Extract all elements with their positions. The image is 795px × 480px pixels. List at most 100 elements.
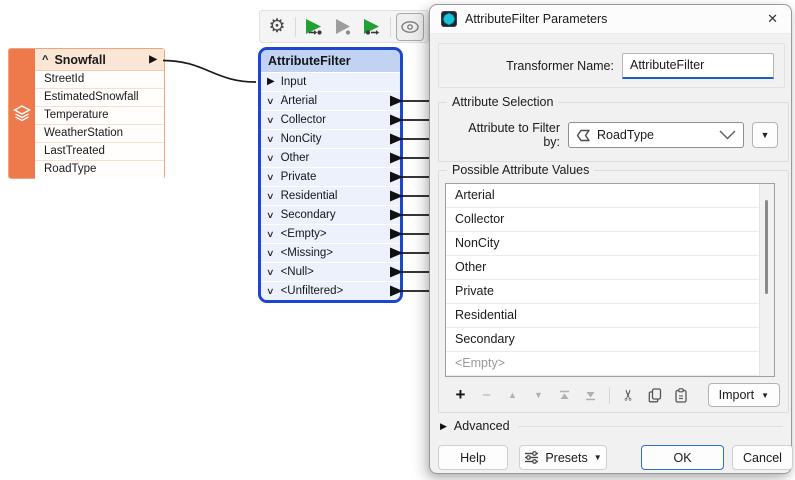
inspect-toggle-button[interactable] [396, 12, 424, 41]
chevron-down-icon: ∨ [266, 171, 275, 182]
source-attribute-row[interactable]: EstimatedSnowfall [35, 89, 164, 107]
attribute-combobox-value: RoadType [597, 128, 654, 142]
possible-value-row[interactable]: Private [446, 280, 760, 304]
possible-values-list[interactable]: Arterial Collector NonCity Other Private Resi… [445, 183, 775, 377]
chevron-down-icon: ∨ [266, 133, 275, 144]
expand-triangle-icon: ▶ [440, 420, 447, 431]
run-selected-button-disabled[interactable] [330, 14, 356, 40]
chevron-down-icon: ∨ [266, 266, 275, 277]
output-port-label: Secondary [280, 209, 336, 221]
source-attribute-row[interactable]: Temperature [35, 107, 164, 125]
output-port-label: Arterial [280, 95, 318, 107]
ok-button[interactable]: OK [641, 445, 724, 470]
chevron-up-icon[interactable]: ^ [42, 54, 48, 66]
output-port-row[interactable]: ∨ NonCity [261, 129, 400, 148]
move-to-bottom-icon[interactable] [583, 387, 598, 403]
possible-value-row[interactable]: Collector [446, 208, 760, 232]
run-to-this-button[interactable] [301, 14, 327, 40]
source-attribute-row[interactable]: LastTreated [35, 143, 164, 161]
attribute-options-dropdown-button[interactable]: ▼ [752, 122, 778, 148]
copy-icon[interactable] [647, 387, 662, 403]
source-node-title: Snowfall [54, 52, 106, 67]
source-attribute-row[interactable]: StreetId [35, 71, 164, 89]
output-port-label: <Empty> [280, 228, 327, 240]
possible-value-row[interactable]: NonCity [446, 232, 760, 256]
output-port-row[interactable]: ∨ Collector [261, 110, 400, 129]
output-port-row[interactable]: ∨ <Null> [261, 262, 400, 281]
run-gray-icon [336, 18, 351, 35]
attributefilter-parameters-dialog: AttributeFilter Parameters ✕ Transformer… [429, 4, 793, 474]
presets-button-label: Presets [545, 450, 588, 465]
chevron-down-icon: ∨ [266, 209, 275, 220]
move-to-top-icon[interactable] [557, 387, 572, 403]
dropdown-arrow-icon: ▼ [760, 130, 770, 140]
possible-value-row[interactable]: Arterial [446, 184, 760, 208]
output-port-row[interactable]: ∨ Private [261, 167, 400, 186]
source-attribute-row[interactable]: WeatherStation [35, 125, 164, 143]
source-attribute-row[interactable]: RoadType [35, 161, 164, 179]
dropdown-arrow-icon: ▼ [593, 453, 602, 462]
possible-values-rows: Arterial Collector NonCity Other Private Resi… [446, 184, 774, 376]
output-port-icon[interactable]: ▶ [149, 54, 157, 65]
possible-value-row[interactable]: <Empty> [446, 352, 760, 376]
dropdown-arrow-icon: ▼ [761, 390, 769, 400]
chevron-down-icon [719, 130, 736, 140]
chevron-down-icon: ∨ [266, 152, 275, 163]
output-port-row[interactable]: ∨ Secondary [261, 205, 400, 224]
output-port-row[interactable]: ∨ <Missing> [261, 243, 400, 262]
connection-snowfall-to-input[interactable] [162, 59, 257, 83]
run-from-green-icon [364, 18, 380, 35]
move-up-icon[interactable]: ▲ [505, 387, 520, 403]
transformer-name-panel: Transformer Name: [438, 43, 785, 88]
close-icon[interactable]: ✕ [765, 11, 780, 27]
cancel-button[interactable]: Cancel [732, 445, 793, 470]
advanced-divider [517, 425, 783, 427]
input-port-row[interactable]: ▶ Input [261, 72, 400, 91]
advanced-label: Advanced [453, 419, 510, 433]
move-down-icon[interactable]: ▼ [531, 387, 546, 403]
presets-button[interactable]: Presets ▼ [519, 445, 607, 470]
cancel-button-label: Cancel [743, 450, 782, 465]
possible-values-group: Possible Attribute Values Arterial Collec… [438, 163, 789, 413]
transformer-node-header[interactable]: AttributeFilter [261, 50, 400, 72]
output-port-row[interactable]: ∨ Other [261, 148, 400, 167]
eye-icon [401, 20, 419, 33]
import-button[interactable]: Import ▼ [707, 383, 780, 407]
output-port-row[interactable]: ∨ Residential [261, 186, 400, 205]
dialog-titlebar[interactable]: AttributeFilter Parameters ✕ [430, 5, 791, 34]
possible-value-row[interactable]: Residential [446, 304, 760, 328]
remove-row-icon[interactable]: − [479, 387, 494, 404]
sliders-icon [525, 451, 539, 464]
chevron-down-icon: ∨ [266, 228, 275, 239]
workbench-canvas: ^ Snowfall ▶ StreetId EstimatedSnowfall Te… [0, 0, 795, 480]
output-port-label: <Missing> [280, 247, 334, 259]
source-node-header[interactable]: ^ Snowfall ▶ [35, 49, 164, 71]
help-button-label: Help [460, 450, 486, 465]
output-port-rows: ∨ Arterial ∨ Collector ∨ NonCity ∨ Other ∨ Privat… [261, 91, 400, 300]
cut-icon[interactable]: ✂ [621, 388, 638, 403]
input-port-label: Input [280, 76, 307, 88]
toolbar-separator [295, 16, 296, 37]
output-port-label: <Unfiltered> [280, 285, 344, 297]
import-button-label: Import [718, 388, 755, 402]
input-port-icon: ▶ [267, 76, 275, 87]
possible-value-row[interactable]: Secondary [446, 328, 760, 352]
advanced-section-toggle[interactable]: ▶ Advanced [440, 419, 783, 433]
output-port-row[interactable]: ∨ <Empty> [261, 224, 400, 243]
attribute-combobox[interactable]: RoadType [568, 122, 744, 148]
output-port-row[interactable]: ∨ <Unfiltered> [261, 281, 400, 300]
add-row-icon[interactable]: + [453, 385, 468, 404]
paste-icon[interactable] [673, 387, 688, 403]
list-scrollbar[interactable] [759, 184, 774, 376]
possible-values-group-label: Possible Attribute Values [447, 163, 595, 177]
transformer-name-input[interactable] [622, 52, 774, 79]
transformer-node-attributefilter[interactable]: AttributeFilter ▶ Input ∨ Arterial ∨ Collec… [258, 47, 403, 303]
source-node-snowfall[interactable]: ^ Snowfall ▶ StreetId EstimatedSnowfall Te… [8, 48, 165, 179]
help-button[interactable]: Help [438, 445, 508, 470]
run-from-this-button[interactable] [359, 14, 385, 40]
settings-button[interactable]: ⚙ [264, 14, 290, 40]
output-port-row[interactable]: ∨ Arterial [261, 91, 400, 110]
scrollbar-thumb[interactable] [765, 200, 768, 294]
possible-value-row[interactable]: Other [446, 256, 760, 280]
chevron-down-icon: ∨ [266, 95, 275, 106]
